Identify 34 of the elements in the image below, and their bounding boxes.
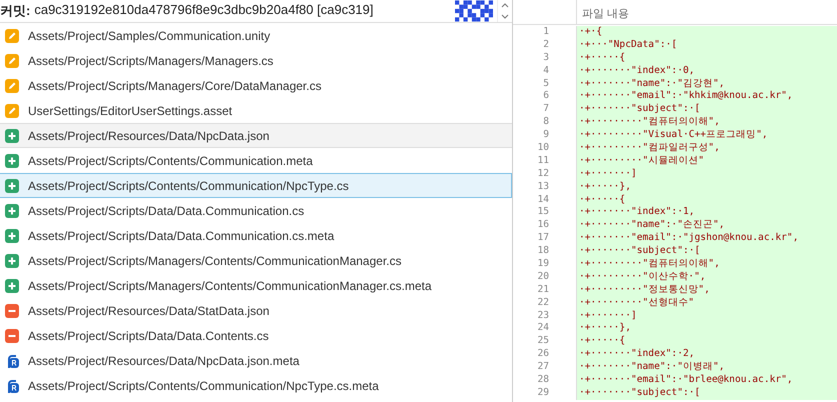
file-list-item[interactable]: Assets/Project/Resources/Data/StatData.json — [0, 298, 512, 323]
pencil-icon — [5, 54, 19, 68]
plus-icon — [5, 254, 19, 268]
file-list-item[interactable]: Assets/Project/Scripts/Contents/Communication/NpcType.cs — [0, 173, 512, 198]
minus-icon — [5, 328, 19, 342]
file-list-item[interactable]: Assets/Project/Scripts/Data/Data.Communication.cs — [0, 198, 512, 223]
pencil-icon — [5, 78, 19, 92]
file-list-item[interactable]: Assets/Project/Scripts/Contents/Communication.meta — [0, 148, 512, 173]
rename-icon — [5, 378, 19, 392]
file-list-item[interactable]: Assets/Project/Resources/Data/NpcData.json.meta — [0, 348, 512, 373]
plus-icon — [5, 278, 19, 292]
plus-icon — [5, 128, 19, 142]
file-list-item[interactable]: Assets/Project/Scripts/Data/Data.Contents.cs — [0, 323, 512, 348]
file-list-item[interactable]: Assets/Project/Scripts/Contents/Communication/NpcType.cs.meta — [0, 373, 512, 398]
identicon-icon — [455, 0, 493, 22]
pencil-icon — [5, 28, 19, 42]
file-list-item[interactable]: Assets/Project/Scripts/Managers/Contents/CommunicationManager.cs — [0, 248, 512, 273]
file-list-item[interactable]: Assets/Project/Scripts/Managers/Contents/CommunicationManager.cs.meta — [0, 273, 512, 298]
pencil-icon — [5, 104, 19, 118]
plus-icon — [5, 154, 19, 168]
minus-icon — [5, 304, 19, 318]
file-list-item[interactable]: Assets/Project/Scripts/Data/Data.Communication.cs.meta — [0, 223, 512, 248]
plus-icon — [5, 204, 19, 218]
plus-icon — [5, 178, 19, 192]
commit-label: 커밋: — [0, 2, 30, 20]
file-list-item[interactable]: Assets/Project/Samples/Communication.unity — [0, 23, 512, 48]
file-list-item[interactable]: Assets/Project/Scripts/Managers/Core/DataManager.cs — [0, 73, 512, 98]
file-list-item[interactable]: Assets/Project/Scripts/Managers/Managers.cs — [0, 48, 512, 73]
file-list-item[interactable]: Assets/Project/Resources/Data/NpcData.json — [0, 123, 512, 148]
plus-icon — [5, 228, 19, 242]
column-header: 파일 내용 — [581, 7, 630, 22]
commit-hash: ca9c319192e810da478796f8e9c3dbc9b20a4f80 [ca9c319] — [34, 2, 374, 19]
rename-icon — [5, 354, 19, 368]
file-list-item[interactable]: UserSettings/EditorUserSettings.asset — [0, 98, 512, 123]
